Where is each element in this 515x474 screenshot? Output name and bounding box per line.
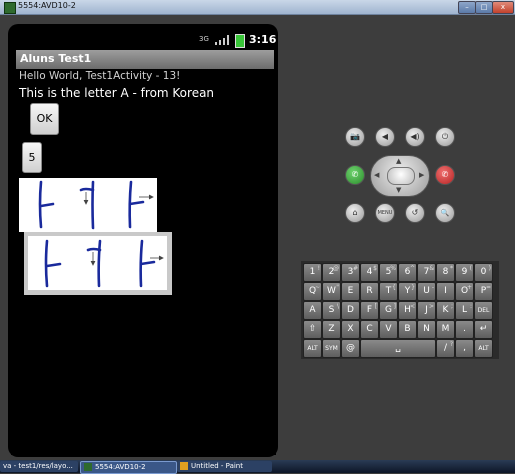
key-space[interactable]: ␣ [360,339,436,358]
app-title-bar: Aluns Test1 [16,50,274,69]
device-screen: 3G 3:16 Aluns Test1 Hello World, Test1Ac… [11,30,276,455]
key-slash[interactable]: /? [436,339,455,358]
key-shift[interactable]: ⇧ [303,320,322,339]
key-a[interactable]: A [303,301,322,320]
emulator-control-panel [288,15,515,460]
korean-letter-image-1 [19,178,157,232]
korean-letter-strokes-large-icon [44,239,164,288]
windows-taskbar: va - test1/res/layo... 5554:AVD10-2 Unti… [0,460,515,474]
keyboard-row-3: A S \ D F[ G] H < J > K; L: DEL [301,301,499,320]
emulator-taskbar-icon [84,463,92,471]
letter-text: This is the letter A - from Korean [19,86,215,100]
key-g[interactable]: G] [379,301,398,320]
status-bar: 3G 3:16 [11,30,276,49]
dpad-down-icon: ▼ [396,186,402,194]
taskbar-item-eclipse[interactable]: va - test1/res/layo... [0,461,78,472]
key-del[interactable]: DEL [474,301,493,320]
key-e[interactable]: E [341,282,360,301]
korean-letter-image-2 [24,232,172,295]
dpad[interactable]: ▲ ▼ ◀ ▶ [370,155,430,197]
emulator-keyboard: 1! 2 @ 3 # 4 $ 5% 6 ^ 7 & 8 * 9( 0) Q ~ W " E R … [301,261,499,359]
key-3[interactable]: 3 # [341,263,360,282]
key-8[interactable]: 8 * [436,263,455,282]
korean-letter-image-2-inner [28,236,167,290]
key-c[interactable]: C [360,320,379,339]
call-button[interactable]: ✆ [345,165,365,185]
key-q[interactable]: Q ~ [303,282,322,301]
search-button[interactable]: 🔍 [435,203,455,223]
battery-icon [235,34,245,48]
key-x[interactable]: X [341,320,360,339]
dpad-up-icon: ▲ [396,157,402,165]
key-4[interactable]: 4 $ [360,263,379,282]
window-title: 5554:AVD10-2 [18,1,76,10]
camera-button[interactable]: 📷 [345,127,365,147]
dpad-center-button[interactable] [387,167,415,185]
key-f[interactable]: F[ [360,301,379,320]
key-p[interactable]: P = [474,282,493,301]
volume-down-button[interactable]: ◀ [375,127,395,147]
network-type-label: 3G [199,35,209,43]
key-n[interactable]: N [417,320,436,339]
taskbar-item-paint[interactable]: Untitled - Paint [177,461,272,472]
key-comma[interactable]: , [455,339,474,358]
paint-taskbar-icon [180,462,188,470]
app-title: Aluns Test1 [20,52,92,65]
key-alt-left[interactable]: ALT [303,339,322,358]
key-s[interactable]: S \ [322,301,341,320]
signal-icon [215,35,229,45]
emulator-left-strip [0,15,8,460]
taskbar-item-emulator[interactable]: 5554:AVD10-2 [80,461,177,474]
key-h[interactable]: H < [398,301,417,320]
emulator-app-icon [4,2,16,14]
key-j[interactable]: J > [417,301,436,320]
close-button[interactable]: x [492,1,514,14]
dpad-left-icon: ◀ [374,171,380,179]
key-b[interactable]: B [398,320,417,339]
volume-up-button[interactable]: ◀) [405,127,425,147]
key-z[interactable]: Z [322,320,341,339]
window-titlebar: 5554:AVD10-2 – □ x [0,0,515,15]
ok-button[interactable]: OK [30,103,59,135]
dpad-right-icon: ▶ [419,171,425,179]
key-v[interactable]: V [379,320,398,339]
key-enter[interactable]: ↵ [474,320,493,339]
back-button[interactable]: ↺ [405,203,425,223]
key-d[interactable]: D [341,301,360,320]
keyboard-row-5: ALT SYM @ ␣ /? , ALT [301,339,499,358]
maximize-button[interactable]: □ [475,1,493,14]
key-period[interactable]: . [455,320,474,339]
minimize-button[interactable]: – [458,1,476,14]
key-l[interactable]: L: [455,301,474,320]
end-call-button[interactable]: ✆ [435,165,455,185]
menu-button[interactable]: MENU [375,203,395,223]
key-at[interactable]: @ [341,339,360,358]
key-k[interactable]: K; [436,301,455,320]
korean-letter-strokes-icon [38,180,154,230]
home-button[interactable]: ⌂ [345,203,365,223]
hello-text: Hello World, Test1Activity - 13! [19,70,181,82]
key-sym[interactable]: SYM [322,339,341,358]
key-alt-right[interactable]: ALT [474,339,493,358]
count-button[interactable]: 5 [22,142,42,173]
power-button[interactable]: ⏻ [435,127,455,147]
keyboard-row-4: ⇧ Z X C V B N M . ↵ [301,320,499,339]
status-time: 3:16 [249,33,276,46]
